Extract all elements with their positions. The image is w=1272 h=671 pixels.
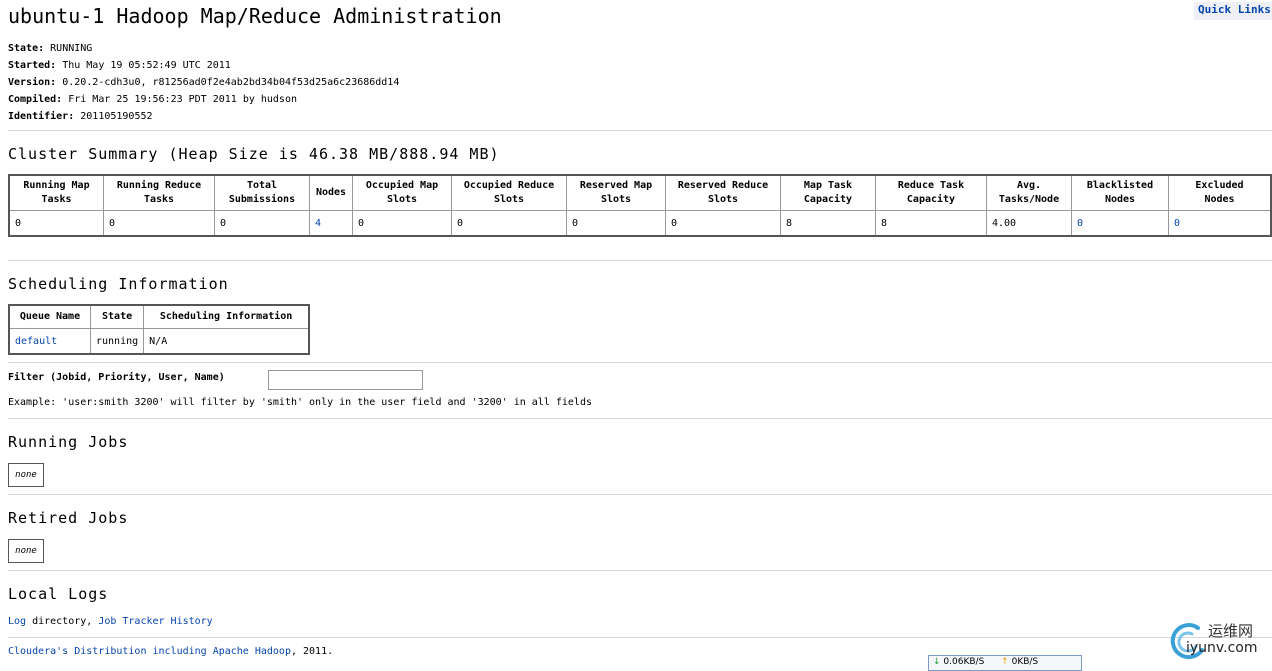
queue-default-link[interactable]: default bbox=[15, 336, 57, 347]
running-jobs-none: none bbox=[8, 463, 44, 487]
site-watermark: 运维网 iyunv.com bbox=[1168, 618, 1272, 666]
column-header: Occupied Map Slots bbox=[352, 174, 452, 211]
cluster-summary-heading: Cluster Summary (Heap Size is 46.38 MB/8… bbox=[8, 145, 500, 163]
version-value: 0.20.2-cdh3u0, r81256ad0f2e4ab2bd34b04f5… bbox=[62, 77, 400, 88]
scheduling-header-row: Queue Name State Scheduling Information bbox=[8, 304, 310, 329]
running-reduce-tasks-value: 0 bbox=[103, 210, 215, 237]
nodes-cell: 4 bbox=[309, 210, 353, 237]
reduce-task-capacity-value: 8 bbox=[875, 210, 987, 237]
divider bbox=[8, 260, 1272, 261]
reserved-map-slots-value: 0 bbox=[566, 210, 666, 237]
page-title: ubuntu-1 Hadoop Map/Reduce Administratio… bbox=[8, 4, 502, 28]
column-header: Running Map Tasks bbox=[8, 174, 104, 211]
queue-name-cell: default bbox=[8, 328, 91, 355]
identifier-value: 201105190552 bbox=[80, 111, 153, 122]
column-header: Reserved Map Slots bbox=[566, 174, 666, 211]
running-map-tasks-value: 0 bbox=[8, 210, 104, 237]
queue-scheduling-info-cell: N/A bbox=[143, 328, 310, 355]
cloudera-distribution-link[interactable]: Cloudera's Distribution including Apache… bbox=[8, 646, 291, 657]
divider bbox=[8, 418, 1272, 419]
compiled-line: Compiled: Fri Mar 25 19:56:23 PDT 2011 b… bbox=[8, 91, 399, 108]
state-value: RUNNING bbox=[50, 43, 93, 54]
network-speed-widget: ↓ 0.06KB/S ↑ 0KB/S bbox=[928, 655, 1082, 671]
version-label: Version: bbox=[8, 77, 57, 88]
occupied-reduce-slots-value: 0 bbox=[451, 210, 567, 237]
started-value: Thu May 19 05:52:49 UTC 2011 bbox=[62, 60, 231, 71]
filter-input[interactable] bbox=[268, 370, 423, 390]
watermark-en-text: iyunv.com bbox=[1186, 640, 1258, 656]
local-logs-line: Log directory, Job Tracker History bbox=[8, 616, 213, 627]
column-header: Nodes bbox=[309, 174, 353, 211]
watermark-cn-text: 运维网 bbox=[1208, 622, 1254, 640]
started-label: Started: bbox=[8, 60, 57, 71]
reserved-reduce-slots-value: 0 bbox=[665, 210, 781, 237]
blacklisted-nodes-cell: 0 bbox=[1071, 210, 1169, 237]
avg-tasks-per-node-value: 4.00 bbox=[986, 210, 1072, 237]
column-header: Avg. Tasks/Node bbox=[986, 174, 1072, 211]
footer-suffix: , 2011. bbox=[290, 646, 334, 657]
identifier-label: Identifier: bbox=[8, 111, 75, 122]
queue-name-header: Queue Name bbox=[8, 304, 91, 329]
compiled-value: Fri Mar 25 19:56:23 PDT 2011 by hudson bbox=[68, 94, 297, 105]
queue-state-cell: running bbox=[89, 328, 145, 355]
filter-example-text: Example: 'user:smith 3200' will filter b… bbox=[8, 397, 592, 408]
occupied-map-slots-value: 0 bbox=[352, 210, 452, 237]
scheduling-table: Queue Name State Scheduling Information … bbox=[8, 304, 310, 355]
filter-label: Filter (Jobid, Priority, User, Name) bbox=[8, 372, 225, 383]
excluded-nodes-link[interactable]: 0 bbox=[1174, 218, 1180, 229]
column-header: Running Reduce Tasks bbox=[103, 174, 215, 211]
column-header: Reduce Task Capacity bbox=[875, 174, 987, 211]
cluster-summary-header-row: Running Map Tasks Running Reduce Tasks Tot… bbox=[8, 174, 1272, 211]
scheduling-info-heading: Scheduling Information bbox=[8, 275, 229, 293]
compiled-label: Compiled: bbox=[8, 94, 63, 105]
nodes-link[interactable]: 4 bbox=[315, 218, 321, 229]
total-submissions-value: 0 bbox=[214, 210, 310, 237]
running-jobs-heading: Running Jobs bbox=[8, 433, 129, 451]
divider bbox=[8, 362, 1272, 363]
column-header: Occupied Reduce Slots bbox=[451, 174, 567, 211]
log-directory-text: directory, bbox=[26, 616, 99, 627]
divider bbox=[8, 570, 1272, 571]
started-line: Started: Thu May 19 05:52:49 UTC 2011 bbox=[8, 57, 399, 74]
cluster-summary-value-row: 0 0 0 4 0 0 0 0 8 8 4.00 0 0 bbox=[8, 210, 1272, 237]
jobtracker-info: State: RUNNING Started: Thu May 19 05:52… bbox=[8, 40, 399, 125]
column-header: Excluded Nodes bbox=[1168, 174, 1272, 211]
map-task-capacity-value: 8 bbox=[780, 210, 876, 237]
column-header: Reserved Reduce Slots bbox=[665, 174, 781, 211]
log-directory-link[interactable]: Log bbox=[8, 616, 26, 627]
table-row: default running N/A bbox=[8, 328, 310, 355]
column-header: Map Task Capacity bbox=[780, 174, 876, 211]
quick-links-menu[interactable]: Quick Links bbox=[1194, 2, 1272, 20]
state-label: State: bbox=[8, 43, 45, 54]
footer: Cloudera's Distribution including Apache… bbox=[8, 646, 333, 657]
divider bbox=[8, 494, 1272, 495]
retired-jobs-heading: Retired Jobs bbox=[8, 509, 129, 527]
divider bbox=[8, 637, 1272, 638]
job-filter: Filter (Jobid, Priority, User, Name) bbox=[8, 370, 423, 390]
retired-jobs-none: none bbox=[8, 539, 44, 563]
identifier-line: Identifier: 201105190552 bbox=[8, 108, 399, 125]
state-line: State: RUNNING bbox=[8, 40, 399, 57]
state-header: State bbox=[89, 304, 145, 329]
version-line: Version: 0.20.2-cdh3u0, r81256ad0f2e4ab2… bbox=[8, 74, 399, 91]
local-logs-heading: Local Logs bbox=[8, 585, 109, 603]
quick-links-label: Quick Links bbox=[1198, 3, 1271, 16]
column-header: Total Submissions bbox=[214, 174, 310, 211]
job-tracker-history-link[interactable]: Job Tracker History bbox=[98, 616, 212, 627]
blacklisted-nodes-link[interactable]: 0 bbox=[1077, 218, 1083, 229]
cluster-summary-table: Running Map Tasks Running Reduce Tasks Tot… bbox=[8, 174, 1272, 237]
excluded-nodes-cell: 0 bbox=[1168, 210, 1272, 237]
divider bbox=[8, 130, 1272, 131]
column-header: Blacklisted Nodes bbox=[1071, 174, 1169, 211]
scheduling-info-header: Scheduling Information bbox=[143, 304, 310, 329]
